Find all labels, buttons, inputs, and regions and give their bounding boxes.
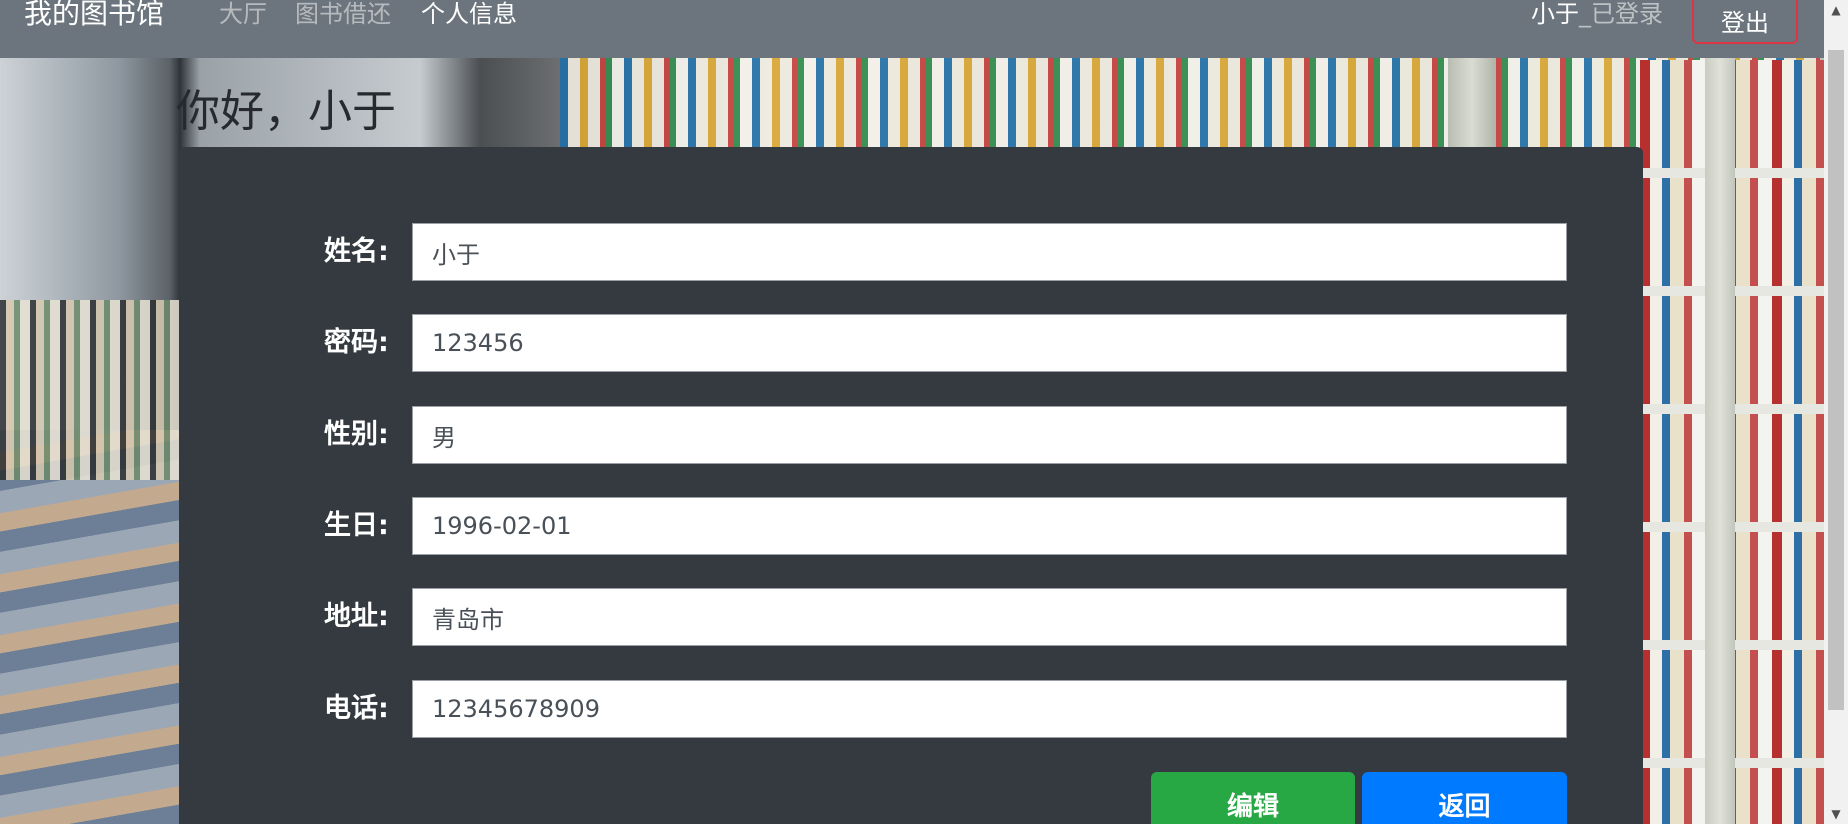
edit-button[interactable]: 编辑 <box>1151 772 1355 824</box>
back-button[interactable]: 返回 <box>1362 772 1567 824</box>
password-field[interactable] <box>412 314 1567 372</box>
brand-logo-link[interactable]: 我的图书馆 <box>24 0 164 32</box>
user-name: 小于 <box>1531 0 1579 28</box>
address-field[interactable] <box>412 588 1567 646</box>
scrollbar-thumb[interactable] <box>1828 50 1844 710</box>
name-field[interactable] <box>412 223 1567 281</box>
login-status: 小于_已登录 <box>1531 0 1663 30</box>
logout-button[interactable]: 登出 <box>1692 0 1798 44</box>
page-title: 你好，小于 <box>176 86 396 137</box>
form-row-name: 姓名: <box>179 223 1643 281</box>
form-row-address: 地址: <box>179 588 1643 646</box>
page: 我的图书馆 大厅 图书借还 个人信息 小于_已登录 登出 你好，小于 姓名: 密… <box>0 0 1848 824</box>
nav-link-borrow-return[interactable]: 图书借还 <box>295 0 391 30</box>
nav-link-personal-info[interactable]: 个人信息 <box>421 0 517 30</box>
scroll-up-arrow-icon[interactable]: ▲ <box>1824 0 1848 20</box>
background-floor <box>0 430 190 824</box>
form-row-gender: 性别: <box>179 406 1643 464</box>
background-shelf-post <box>1705 58 1735 824</box>
scroll-down-arrow-icon[interactable]: ▼ <box>1824 804 1848 824</box>
form-row-phone: 电话: <box>179 680 1643 738</box>
birthday-field[interactable] <box>412 497 1567 555</box>
gender-field[interactable] <box>412 406 1567 464</box>
nav-link-hall[interactable]: 大厅 <box>219 0 267 30</box>
form-row-password: 密码: <box>179 314 1643 372</box>
login-state-text: _已登录 <box>1579 0 1663 28</box>
background-shelf-top <box>560 58 1820 148</box>
form-row-birthday: 生日: <box>179 497 1643 555</box>
top-navbar: 我的图书馆 大厅 图书借还 个人信息 小于_已登录 登出 <box>0 0 1824 58</box>
profile-form-card: 姓名: 密码: 性别: 生日: 地址: 电话: 编辑 返回 <box>179 147 1643 824</box>
phone-field[interactable] <box>412 680 1567 738</box>
background-shelf-left <box>0 300 190 480</box>
vertical-scrollbar[interactable]: ▲ ▼ <box>1824 0 1848 824</box>
